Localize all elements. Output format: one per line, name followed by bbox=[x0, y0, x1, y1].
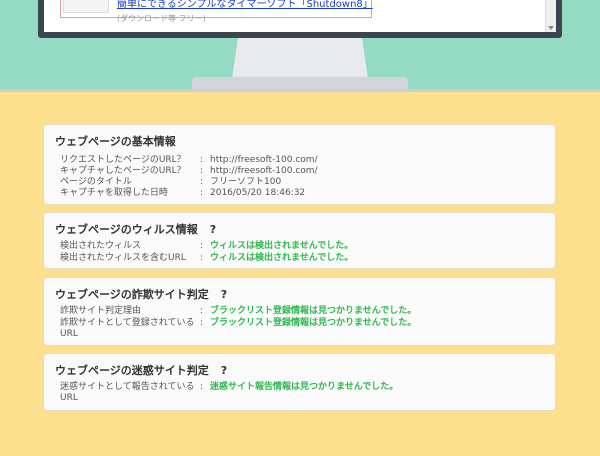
row-value: http://freesoft-100.com/ bbox=[210, 166, 318, 176]
preview-thumbnail bbox=[63, 0, 109, 13]
help-icon[interactable]: ? bbox=[221, 288, 227, 301]
row-value: http://freesoft-100.com/ bbox=[210, 155, 318, 165]
fraud-check-title: ウェブページの詐欺サイト判定? bbox=[55, 288, 228, 301]
virus-info-card: ウェブページのウィルス情報? 検出されたウィルス: ウィルスは検出されませんでした… bbox=[43, 212, 556, 269]
info-row: 詐欺サイト判定理由: ブラックリスト登録情報は見つかりませんでした。 bbox=[60, 306, 417, 316]
preview-link[interactable]: 簡単にできるシンプルなタイマーソフト「Shutdown8」 bbox=[117, 0, 373, 11]
virus-info-title: ウェブページのウィルス情報? bbox=[55, 223, 217, 236]
info-row: キャプチャを取得した日時:2016/05/20 18:46:32 bbox=[60, 188, 306, 198]
basic-info-card: ウェブページの基本情報 リクエストしたページのURL？: http://frees… bbox=[43, 124, 556, 205]
basic-info-title: ウェブページの基本情報 bbox=[55, 135, 176, 148]
status-value: ウィルスは検出されませんでした。 bbox=[210, 241, 354, 251]
info-row: 迷惑サイトとして報告されている URL: 迷惑サイト報告情報は見つかりませんでした… bbox=[60, 382, 399, 403]
info-row: キャプチャしたページのURL？: http://freesoft-100.com/ bbox=[60, 166, 318, 176]
row-label: キャプチャを取得した日時 bbox=[60, 188, 168, 198]
row-label: 詐欺サイトとして登録されている URL bbox=[60, 318, 195, 339]
row-label: 迷惑サイトとして報告されている URL bbox=[60, 382, 195, 403]
preview-snippet: (ダウンロード等 フリー) bbox=[117, 14, 206, 23]
row-label: 検出されたウィルス bbox=[60, 241, 142, 251]
monitor-scene: 簡単にできるシンプルなタイマーソフト「Shutdown8」 (ダウンロード等 フ… bbox=[0, 0, 600, 89]
status-value: ウィルスは検出されませんでした。 bbox=[210, 253, 354, 263]
info-row: 検出されたウィルス: ウィルスは検出されませんでした。 bbox=[60, 241, 354, 251]
row-label: 詐欺サイト判定理由 bbox=[60, 306, 142, 316]
help-icon[interactable]: ? bbox=[221, 364, 227, 377]
preview-scrollbar[interactable] bbox=[545, 0, 556, 32]
divider bbox=[0, 89, 600, 92]
row-label: ページのタイトル bbox=[60, 177, 132, 187]
monitor-stand bbox=[232, 38, 368, 78]
scroll-down-arrow-icon[interactable] bbox=[548, 26, 554, 30]
monitor-base bbox=[192, 77, 408, 89]
spam-check-title: ウェブページの迷惑サイト判定? bbox=[55, 364, 228, 377]
row-label: 検出されたウィルスを含むURL bbox=[60, 253, 186, 263]
row-label: キャプチャしたページのURL？ bbox=[60, 166, 186, 176]
info-row: リクエストしたページのURL？: http://freesoft-100.com/ bbox=[60, 155, 318, 165]
status-value: ブラックリスト登録情報は見つかりませんでした。 bbox=[210, 306, 417, 316]
row-value: 2016/05/20 18:46:32 bbox=[210, 188, 306, 198]
fraud-check-card: ウェブページの詐欺サイト判定? 詐欺サイト判定理由: ブラックリスト登録情報は見つ… bbox=[43, 277, 556, 346]
spam-check-card: ウェブページの迷惑サイト判定? 迷惑サイトとして報告されている URL: 迷惑サイ… bbox=[43, 353, 556, 411]
row-value: フリーソフト100 bbox=[210, 177, 282, 187]
row-label: リクエストしたページのURL？ bbox=[60, 155, 186, 165]
help-icon[interactable]: ? bbox=[210, 223, 216, 236]
screenshot-preview[interactable]: 簡単にできるシンプルなタイマーソフト「Shutdown8」 (ダウンロード等 フ… bbox=[44, 0, 556, 32]
info-row: ページのタイトル: フリーソフト100 bbox=[60, 177, 282, 187]
preview-result: 簡単にできるシンプルなタイマーソフト「Shutdown8」 (ダウンロード等 フ… bbox=[60, 0, 373, 23]
status-value: ブラックリスト登録情報は見つかりませんでした。 bbox=[210, 318, 417, 328]
info-row: 検出されたウィルスを含むURL: ウィルスは検出されませんでした。 bbox=[60, 253, 354, 263]
info-row: 詐欺サイトとして登録されている URL: ブラックリスト登録情報は見つかりませんで… bbox=[60, 318, 417, 339]
status-value: 迷惑サイト報告情報は見つかりませんでした。 bbox=[210, 382, 399, 392]
